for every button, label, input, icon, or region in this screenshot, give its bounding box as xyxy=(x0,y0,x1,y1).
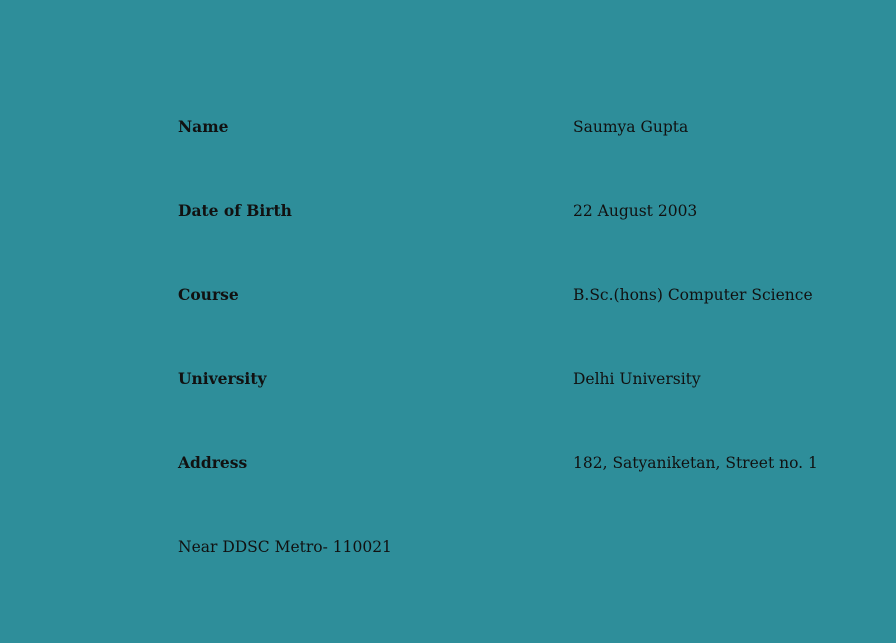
details-row-date-of-birth: Date of Birth 22 August 2003 xyxy=(178,169,858,253)
details-row-address: Address 182, Satyaniketan, Street no. 1 xyxy=(178,421,858,505)
details-row-university: University Delhi University xyxy=(178,337,858,421)
personal-details-table: Name Saumya Gupta Date of Birth 22 Augus… xyxy=(178,85,858,589)
university-label: University xyxy=(178,369,267,388)
address-value: 182, Satyaniketan, Street no. 1 xyxy=(573,454,818,472)
address-line-2: Near DDSC Metro- 110021 xyxy=(178,538,392,556)
course-value: B.Sc.(hons) Computer Science xyxy=(573,286,813,304)
details-row-address-line-2: Near DDSC Metro- 110021 xyxy=(178,505,858,589)
university-value: Delhi University xyxy=(573,370,701,388)
page: { "details": [ {"label": "Name", "value"… xyxy=(0,0,896,643)
details-row-course: Course B.Sc.(hons) Computer Science xyxy=(178,253,858,337)
name-label: Name xyxy=(178,117,229,136)
name-value: Saumya Gupta xyxy=(573,118,689,136)
course-label: Course xyxy=(178,285,239,304)
date-of-birth-label: Date of Birth xyxy=(178,201,292,220)
address-label: Address xyxy=(178,453,248,472)
details-row-name: Name Saumya Gupta xyxy=(178,85,858,169)
date-of-birth-value: 22 August 2003 xyxy=(573,202,698,220)
